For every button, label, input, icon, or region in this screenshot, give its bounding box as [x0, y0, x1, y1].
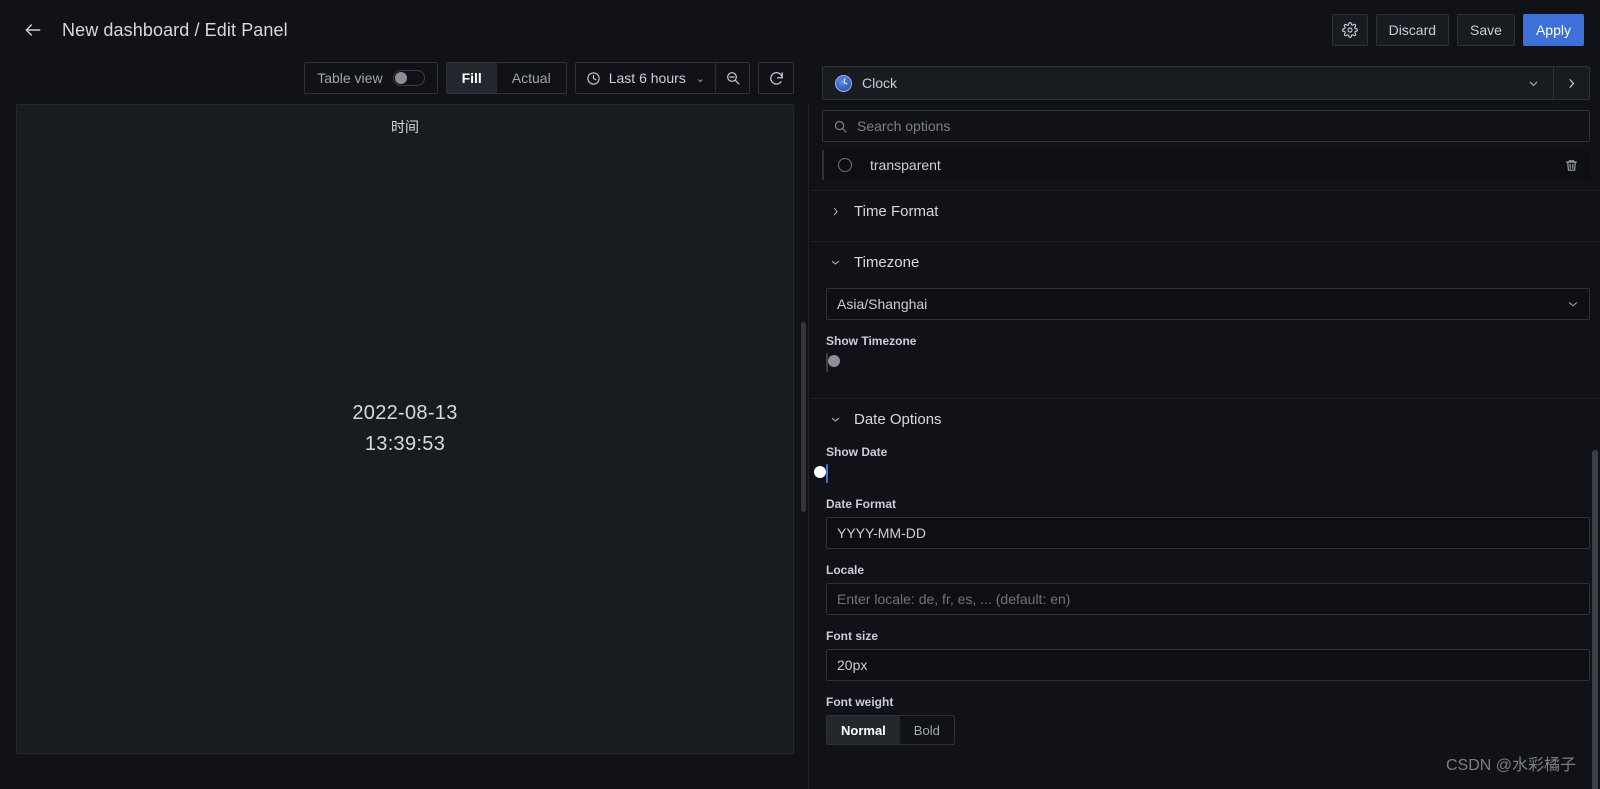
time-range-button[interactable]: Last 6 hours ⌄ [576, 63, 715, 93]
font-weight-field: Font weight Normal Bold [826, 695, 1590, 745]
panel-toolbar: Table view Fill Actual Last 6 hours ⌄ [0, 60, 810, 96]
delete-override-button[interactable] [1560, 154, 1582, 176]
zoom-out-icon [726, 72, 740, 85]
show-timezone-field: Show Timezone [826, 334, 1590, 372]
section-date-options: Date Options Show Date Date Format YYYY-… [812, 398, 1600, 761]
locale-field: Locale [826, 563, 1590, 615]
chevron-down-icon: ⌄ [695, 72, 705, 85]
table-view-label: Table view [317, 70, 383, 86]
section-time-format: Time Format [812, 190, 1600, 231]
search-icon [834, 120, 847, 133]
visualization-picker: Clock [822, 66, 1590, 100]
section-timezone: Timezone Asia/Shanghai Show Timezone [812, 241, 1600, 388]
switch-knob [814, 466, 826, 478]
back-button[interactable] [16, 13, 50, 47]
fit-option-actual[interactable]: Actual [497, 63, 566, 93]
section-label: Timezone [854, 253, 920, 271]
date-format-field: Date Format [826, 497, 1590, 549]
fit-option-fill[interactable]: Fill [446, 63, 497, 93]
switch-knob [394, 72, 407, 84]
show-timezone-switch[interactable] [826, 353, 840, 372]
show-date-switch[interactable] [814, 464, 828, 483]
clock-icon [587, 71, 600, 85]
refresh-icon [769, 71, 783, 85]
section-body-timezone: Asia/Shanghai Show Timezone [812, 282, 1600, 388]
locale-input[interactable] [837, 591, 1579, 607]
override-row-transparent[interactable]: transparent [822, 150, 1590, 180]
pane-splitter[interactable] [808, 104, 809, 789]
visualization-name: Clock [862, 75, 898, 91]
options-pane: Clock Search options transparent Time Fo… [812, 60, 1600, 789]
chevron-right-icon [1569, 78, 1574, 88]
top-bar-actions: Discard Save Apply [1331, 14, 1584, 46]
clock-date: 2022-08-13 [352, 402, 458, 424]
gear-icon [1341, 22, 1358, 38]
refresh-button[interactable] [758, 62, 794, 94]
section-label: Time Format [854, 202, 939, 220]
chevron-down-icon [830, 257, 840, 268]
section-header-time-format[interactable]: Time Format [812, 191, 1600, 231]
table-view-switch[interactable] [392, 70, 425, 86]
show-date-label: Show Date [826, 445, 888, 459]
switch-knob [828, 355, 840, 367]
panel-fit-radio-group: Fill Actual [445, 62, 567, 94]
font-size-label: Font size [826, 629, 879, 643]
visualization-area: 时间 2022-08-13 13:39:53 [16, 104, 794, 754]
font-weight-label: Font weight [826, 695, 894, 709]
section-label: Date Options [854, 410, 942, 428]
discard-button[interactable]: Discard [1375, 14, 1450, 46]
show-date-field: Show Date [814, 445, 1590, 483]
visualization-scrollbar[interactable] [801, 104, 806, 754]
table-view-toggle[interactable]: Table view [304, 62, 438, 94]
chevron-down-icon [1567, 298, 1579, 310]
font-weight-option-bold[interactable]: Bold [900, 716, 954, 744]
radio-unchecked-icon[interactable] [838, 158, 852, 172]
visualization-picker-button[interactable]: Clock [823, 67, 1513, 99]
show-timezone-label: Show Timezone [826, 334, 917, 348]
apply-button[interactable]: Apply [1522, 14, 1584, 46]
clock-panel-icon [835, 74, 852, 92]
scrollbar-thumb[interactable] [1592, 450, 1598, 789]
chevron-down-icon [1529, 81, 1537, 86]
search-input[interactable] [857, 118, 1579, 134]
collapse-options-pane-button[interactable] [1553, 67, 1589, 99]
font-weight-option-normal[interactable]: Normal [827, 716, 900, 744]
locale-input-wrap[interactable] [826, 583, 1590, 615]
top-bar: New dashboard / Edit Panel Discard Save … [0, 0, 1600, 60]
options-scrollbar[interactable] [1592, 150, 1598, 789]
zoom-out-button[interactable] [715, 63, 749, 93]
trash-icon [1565, 159, 1577, 171]
time-range-picker: Last 6 hours ⌄ [574, 62, 750, 94]
font-size-input-wrap[interactable] [826, 649, 1590, 681]
panel-settings-button[interactable] [1331, 14, 1368, 46]
font-size-input[interactable] [837, 657, 1579, 673]
clock-time: 13:39:53 [364, 433, 446, 455]
section-header-date-options[interactable]: Date Options [812, 399, 1600, 439]
arrow-left-icon [25, 24, 41, 36]
font-size-field: Font size [826, 629, 1590, 681]
locale-label: Locale [826, 563, 865, 577]
grafana-edit-panel: New dashboard / Edit Panel Discard Save … [0, 0, 1600, 789]
save-button[interactable]: Save [1457, 14, 1515, 46]
timezone-select[interactable]: Asia/Shanghai [826, 288, 1590, 320]
section-header-timezone[interactable]: Timezone [812, 242, 1600, 282]
options-scroll-container: transparent Time Format Timezone Asia/Sh… [812, 150, 1600, 789]
options-search-row [812, 100, 1600, 150]
date-format-input-wrap[interactable] [826, 517, 1590, 549]
date-format-input[interactable] [837, 525, 1579, 541]
date-format-label: Date Format [826, 497, 897, 511]
font-weight-radio-group: Normal Bold [826, 715, 955, 745]
section-body-date-options: Show Date Date Format Locale [812, 439, 1600, 761]
search-options-box[interactable] [822, 110, 1590, 142]
timezone-selected-value: Asia/Shanghai [837, 296, 928, 312]
scrollbar-thumb[interactable] [801, 322, 806, 512]
chevron-down-icon [830, 414, 840, 425]
breadcrumb: New dashboard / Edit Panel [62, 19, 288, 40]
override-name: transparent [870, 157, 941, 173]
visualization-picker-caret[interactable] [1513, 67, 1553, 99]
clock-panel[interactable]: 时间 2022-08-13 13:39:53 [16, 104, 794, 754]
time-range-label: Last 6 hours [608, 70, 686, 86]
chevron-right-icon [830, 206, 840, 217]
clock-panel-content: 2022-08-13 13:39:53 [17, 105, 793, 753]
